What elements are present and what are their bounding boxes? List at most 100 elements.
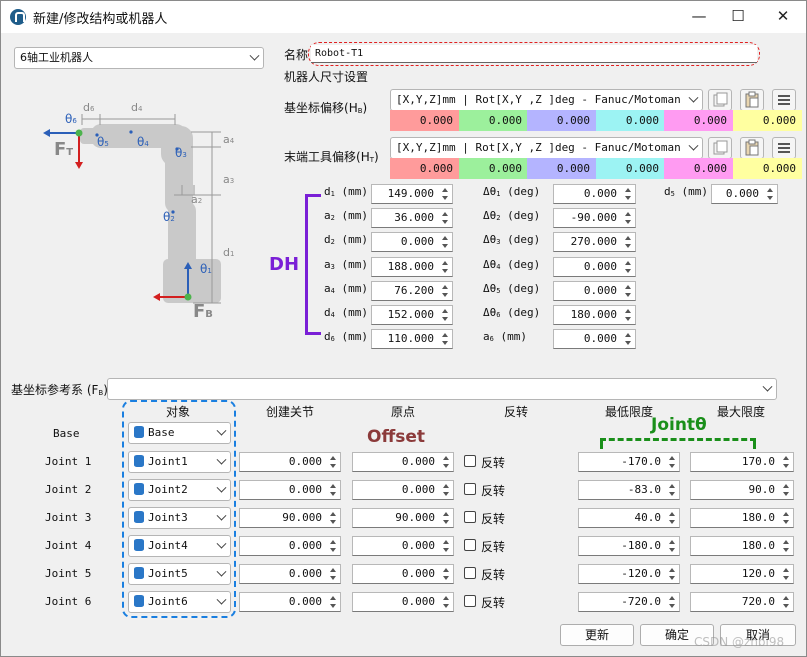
joint-reverse-checkbox-2[interactable]: [464, 483, 476, 495]
joint-object-select-3[interactable]: Joint3: [128, 507, 231, 529]
dh-param-mid-input-6[interactable]: 0.000: [553, 329, 636, 349]
base-offset-copy-button[interactable]: [708, 89, 732, 111]
spinner-icon[interactable]: [622, 210, 634, 226]
joint-min-input-6[interactable]: -720.0: [578, 592, 680, 612]
dh-param-left-input-4[interactable]: 76.200: [371, 281, 453, 301]
spinner-icon[interactable]: [780, 482, 792, 498]
base-offset-format-select[interactable]: [X,Y,Z]mm | Rot[X,Y ,Z ]deg - Fanuc/Moto…: [390, 89, 703, 111]
spinner-icon[interactable]: [439, 283, 451, 299]
base-ref-select[interactable]: [107, 378, 777, 400]
spinner-icon[interactable]: [622, 307, 634, 323]
joint-max-input-6[interactable]: 720.0: [690, 592, 794, 612]
joint-min-input-5[interactable]: -120.0: [578, 564, 680, 584]
spinner-icon[interactable]: [327, 594, 339, 610]
joint-reverse-checkbox-5[interactable]: [464, 567, 476, 579]
spinner-icon[interactable]: [622, 186, 634, 202]
dh-param-d5-input[interactable]: 0.000: [711, 184, 778, 204]
spinner-icon[interactable]: [666, 594, 678, 610]
joint-origin-input-2[interactable]: 0.000: [352, 480, 454, 500]
base-offset-value-4[interactable]: 0.000: [664, 110, 733, 131]
joint-reverse-checkbox-1[interactable]: [464, 455, 476, 467]
tool-offset-value-3[interactable]: 0.000: [596, 158, 665, 179]
joint-max-input-1[interactable]: 170.0: [690, 452, 794, 472]
base-offset-value-3[interactable]: 0.000: [596, 110, 665, 131]
spinner-icon[interactable]: [764, 186, 776, 202]
joint-reverse-checkbox-4[interactable]: [464, 539, 476, 551]
joint-reverse-checkbox-3[interactable]: [464, 511, 476, 523]
spinner-icon[interactable]: [439, 307, 451, 323]
spinner-icon[interactable]: [780, 538, 792, 554]
tool-offset-paste-button[interactable]: [740, 137, 764, 159]
joint-max-input-4[interactable]: 180.0: [690, 536, 794, 556]
dh-param-left-input-2[interactable]: 0.000: [371, 232, 453, 252]
joint-create-input-2[interactable]: 0.000: [239, 480, 341, 500]
joint-object-select-1[interactable]: Joint1: [128, 451, 231, 473]
joint-origin-input-1[interactable]: 0.000: [352, 452, 454, 472]
joint-create-input-1[interactable]: 0.000: [239, 452, 341, 472]
spinner-icon[interactable]: [666, 510, 678, 526]
joint-min-input-3[interactable]: 40.0: [578, 508, 680, 528]
base-offset-value-0[interactable]: 0.000: [390, 110, 459, 131]
tool-offset-format-select[interactable]: [X,Y,Z]mm | Rot[X,Y ,Z ]deg - Fanuc/Moto…: [390, 137, 703, 159]
spinner-icon[interactable]: [440, 482, 452, 498]
base-offset-value-5[interactable]: 0.000: [733, 110, 802, 131]
joint-min-input-1[interactable]: -170.0: [578, 452, 680, 472]
tool-offset-value-2[interactable]: 0.000: [527, 158, 596, 179]
dh-param-mid-input-5[interactable]: 180.000: [553, 305, 636, 325]
joint-origin-input-4[interactable]: 0.000: [352, 536, 454, 556]
joint-min-input-2[interactable]: -83.0: [578, 480, 680, 500]
spinner-icon[interactable]: [780, 566, 792, 582]
tool-offset-value-5[interactable]: 0.000: [733, 158, 802, 179]
update-button[interactable]: 更新: [560, 624, 634, 646]
spinner-icon[interactable]: [622, 283, 634, 299]
spinner-icon[interactable]: [780, 594, 792, 610]
base-object-select[interactable]: Base: [128, 422, 231, 444]
joint-create-input-4[interactable]: 0.000: [239, 536, 341, 556]
spinner-icon[interactable]: [327, 538, 339, 554]
dh-param-left-input-5[interactable]: 152.000: [371, 305, 453, 325]
spinner-icon[interactable]: [622, 234, 634, 250]
spinner-icon[interactable]: [440, 566, 452, 582]
joint-reverse-checkbox-6[interactable]: [464, 595, 476, 607]
spinner-icon[interactable]: [439, 210, 451, 226]
spinner-icon[interactable]: [439, 331, 451, 347]
spinner-icon[interactable]: [327, 482, 339, 498]
spinner-icon[interactable]: [622, 259, 634, 275]
tool-offset-value-1[interactable]: 0.000: [459, 158, 528, 179]
base-offset-value-2[interactable]: 0.000: [527, 110, 596, 131]
joint-object-select-2[interactable]: Joint2: [128, 479, 231, 501]
joint-create-input-6[interactable]: 0.000: [239, 592, 341, 612]
spinner-icon[interactable]: [439, 259, 451, 275]
joint-object-select-6[interactable]: Joint6: [128, 591, 231, 613]
spinner-icon[interactable]: [439, 234, 451, 250]
spinner-icon[interactable]: [440, 538, 452, 554]
robot-type-select[interactable]: 6轴工业机器人: [14, 47, 264, 69]
joint-max-input-5[interactable]: 120.0: [690, 564, 794, 584]
dh-param-mid-input-0[interactable]: 0.000: [553, 184, 636, 204]
joint-origin-input-5[interactable]: 0.000: [352, 564, 454, 584]
spinner-icon[interactable]: [327, 510, 339, 526]
tool-offset-value-0[interactable]: 0.000: [390, 158, 459, 179]
spinner-icon[interactable]: [666, 454, 678, 470]
dh-param-mid-input-3[interactable]: 0.000: [553, 257, 636, 277]
minimize-button[interactable]: —: [687, 5, 711, 27]
spinner-icon[interactable]: [439, 186, 451, 202]
tool-offset-copy-button[interactable]: [708, 137, 732, 159]
joint-create-input-5[interactable]: 0.000: [239, 564, 341, 584]
close-button[interactable]: ✕: [771, 5, 795, 27]
dh-param-mid-input-2[interactable]: 270.000: [553, 232, 636, 252]
spinner-icon[interactable]: [622, 331, 634, 347]
spinner-icon[interactable]: [666, 538, 678, 554]
base-offset-value-1[interactable]: 0.000: [459, 110, 528, 131]
spinner-icon[interactable]: [327, 454, 339, 470]
base-offset-menu-button[interactable]: [772, 89, 796, 111]
joint-max-input-3[interactable]: 180.0: [690, 508, 794, 528]
joint-origin-input-6[interactable]: 0.000: [352, 592, 454, 612]
spinner-icon[interactable]: [440, 510, 452, 526]
joint-max-input-2[interactable]: 90.0: [690, 480, 794, 500]
spinner-icon[interactable]: [780, 454, 792, 470]
spinner-icon[interactable]: [440, 454, 452, 470]
dh-param-mid-input-1[interactable]: -90.000: [553, 208, 636, 228]
base-offset-paste-button[interactable]: [740, 89, 764, 111]
dh-param-left-input-1[interactable]: 36.000: [371, 208, 453, 228]
